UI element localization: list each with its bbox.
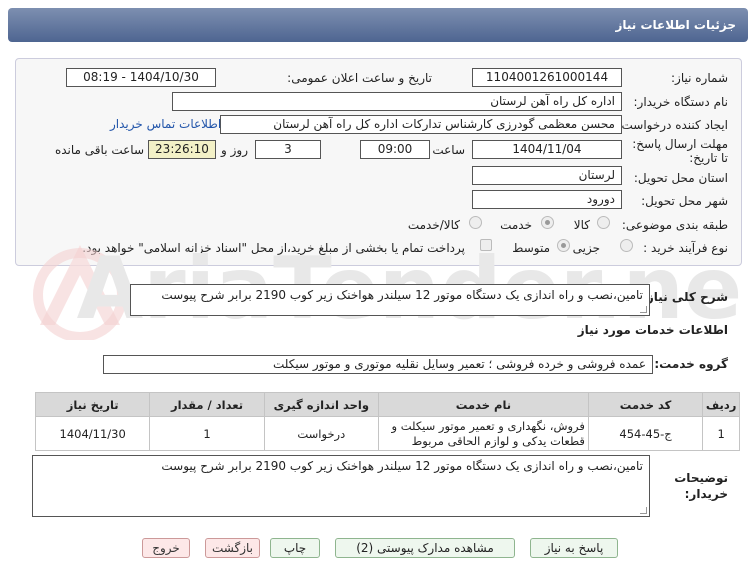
category-option-service-label: خدمت [500,218,532,232]
service-group-field: عمده فروشی و خرده فروشی ؛ تعمیر وسایل نق… [103,355,653,374]
summary-textarea[interactable]: تامین،نصب و راه اندازی یک دستگاه موتور 1… [130,284,650,316]
col-unit: واحد اندازه گیری [263,392,379,417]
need-number-label: شماره نیاز: [671,71,728,85]
province-label: استان محل تحویل: [633,171,728,185]
city-label: شهر محل تحویل: [641,194,728,208]
deadline-time-label: ساعت [432,143,465,157]
buyer-notes-textarea[interactable]: تامین،نصب و راه اندازی یک دستگاه موتور 1… [32,455,650,517]
cell-code: ج-45-454 [587,416,704,451]
table-row: 1 ج-45-454 فروش، نگهداری و تعمیر موتور س… [34,416,740,451]
reply-button[interactable]: پاسخ به نیاز [530,538,618,558]
process-option-medium-radio[interactable] [557,239,570,252]
remaining-time-label: ساعت باقی مانده [54,143,144,157]
buyer-notes-label: توضیحات خریدار: [674,471,728,501]
cell-date: 1404/11/30 [34,416,151,451]
services-section-title: اطلاعات خدمات مورد نیاز [577,323,728,337]
buyer-contact-link[interactable]: اطلاعات تماس خریدار [110,117,221,131]
announce-datetime-label: تاریخ و ساعت اعلان عمومی: [287,71,432,85]
back-button[interactable]: بازگشت [205,538,260,558]
page-title: جزئیات اطلاعات نیاز [615,18,736,32]
deadline-date-field: 1404/11/04 [472,140,622,159]
category-option-service-radio[interactable] [541,216,554,229]
need-number-field: 1104001261000144 [472,68,622,87]
resize-handle-icon[interactable] [640,507,647,514]
services-table: ردیف کد خدمت نام خدمت واحد اندازه گیری ت… [34,392,740,451]
services-table-header: ردیف کد خدمت نام خدمت واحد اندازه گیری ت… [34,392,740,417]
col-date: تاریخ نیاز [34,392,151,417]
cell-qty: 1 [149,416,265,451]
process-option-medium-label: متوسط [512,241,550,255]
category-label: طبقه بندی موضوعی: [621,218,728,232]
cell-row: 1 [702,416,740,451]
treasury-payment-checkbox[interactable] [480,239,492,251]
category-option-goods-radio[interactable] [597,216,610,229]
buyer-notes-text: تامین،نصب و راه اندازی یک دستگاه موتور 1… [161,459,643,473]
buyer-org-label: نام دستگاه خریدار: [633,95,729,109]
exit-button[interactable]: خروج [142,538,190,558]
city-field: دورود [472,190,622,209]
creator-field: محسن معظمی گودرزی کارشناس تدارکات اداره … [220,115,622,134]
deadline-time-field: 09:00 [360,140,430,159]
view-attachments-button[interactable]: مشاهده مدارک پیوستی (2) [335,538,515,558]
creator-label: ایجاد کننده درخواست: [617,118,728,132]
treasury-payment-note: پرداخت تمام یا بخشی از مبلغ خرید،از محل … [82,241,465,255]
col-qty: تعداد / مقدار [149,392,265,417]
col-code: کد خدمت [587,392,704,417]
summary-text: تامین،نصب و راه اندازی یک دستگاه موتور 1… [161,288,643,302]
category-option-goods-service-radio[interactable] [469,216,482,229]
category-option-goods-label: کالا [573,218,590,232]
buyer-org-field: اداره کل راه آهن لرستان [172,92,622,111]
province-field: لرستان [472,166,622,185]
process-option-minor-label: جزیی [572,241,600,255]
cell-name: فروش، نگهداری و تعمیر موتور سیکلت و قطعا… [377,416,589,451]
page-header: جزئیات اطلاعات نیاز [8,8,748,42]
process-label: نوع فرآیند خرید : [643,241,728,255]
summary-label: شرح کلی نیاز: [642,290,728,304]
days-label: روز و [221,143,248,157]
cell-unit: درخواست [263,416,379,451]
col-row: ردیف [702,392,740,417]
deadline-label: مهلت ارسال پاسخ: تا تاریخ: [632,137,728,165]
category-option-goods-service-label: کالا/خدمت [407,218,460,232]
service-group-label: گروه خدمت: [654,357,728,371]
resize-handle-icon[interactable] [640,306,647,313]
days-field: 3 [255,140,321,159]
remaining-time-field: 23:26:10 [148,140,216,159]
announce-datetime-field: 1404/10/30 - 08:19 [66,68,216,87]
process-option-minor-radio[interactable] [620,239,633,252]
col-name: نام خدمت [377,392,589,417]
print-button[interactable]: چاپ [270,538,320,558]
